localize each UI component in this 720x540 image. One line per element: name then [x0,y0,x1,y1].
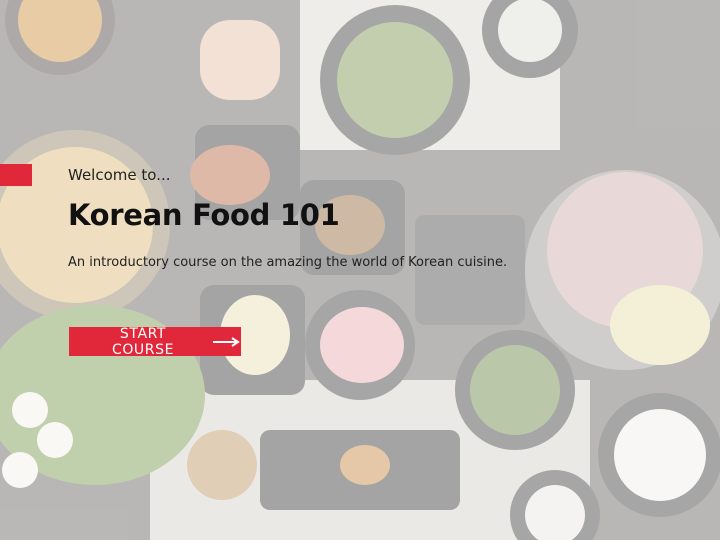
slide: Welcome to... Korean Food 101 An introdu… [0,0,720,540]
background-overlay [0,0,720,540]
start-course-button[interactable]: START COURSE [69,325,241,358]
arrow-right-icon [213,336,241,347]
accent-bar [0,164,32,186]
start-course-label: START COURSE [111,325,175,358]
course-title: Korean Food 101 [68,198,340,232]
course-subtitle: An introductory course on the amazing th… [68,255,508,270]
welcome-text: Welcome to... [68,166,171,184]
